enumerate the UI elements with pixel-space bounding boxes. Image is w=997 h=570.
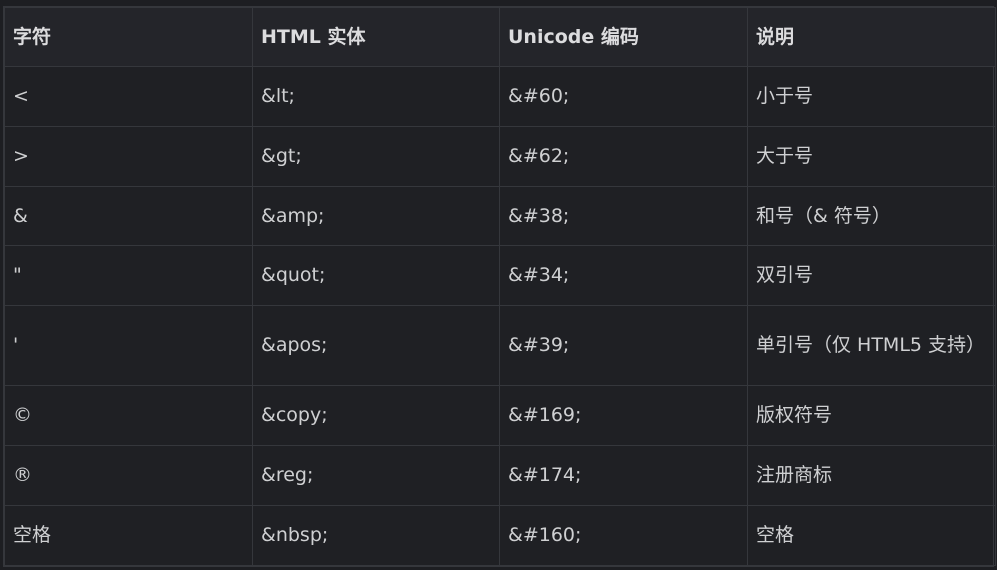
table-row: < &lt; &#60; 小于号: [4, 66, 996, 127]
cell-code: &#60;: [499, 66, 748, 127]
html-entity-table: 字符 HTML 实体 Unicode 编码 说明 < &lt; &#60; 小于…: [4, 7, 996, 566]
cell-desc: 版权符号: [747, 385, 996, 447]
cell-entity: &amp;: [252, 185, 500, 247]
cell-code: &#38;: [499, 185, 748, 247]
header-unicode: Unicode 编码: [499, 7, 748, 67]
header-description: 说明: [747, 7, 996, 67]
cell-char: ": [4, 245, 253, 307]
cell-entity: &nbsp;: [252, 505, 500, 566]
cell-code: &#62;: [499, 125, 748, 187]
table-row: ® &reg; &#174; 注册商标: [4, 445, 996, 507]
table-row: ' &apos; &#39; 单引号（仅 HTML5 支持）: [4, 305, 996, 387]
cell-entity: &reg;: [252, 445, 500, 507]
cell-code: &#174;: [499, 445, 748, 507]
cell-entity: &lt;: [252, 66, 500, 127]
cell-desc: 单引号（仅 HTML5 支持）: [747, 305, 996, 387]
cell-code: &#160;: [499, 505, 748, 566]
cell-entity: &copy;: [252, 385, 500, 447]
cell-char: >: [4, 125, 253, 187]
cell-desc: 注册商标: [747, 445, 996, 507]
cell-entity: &apos;: [252, 305, 500, 387]
cell-char: &: [4, 185, 253, 247]
table-row: 空格 &nbsp; &#160; 空格: [4, 505, 996, 566]
table-row: & &amp; &#38; 和号（& 符号）: [4, 185, 996, 247]
cell-char: <: [4, 66, 253, 127]
cell-desc: 双引号: [747, 245, 996, 307]
table-row: © &copy; &#169; 版权符号: [4, 385, 996, 447]
table-header-row: 字符 HTML 实体 Unicode 编码 说明: [4, 7, 996, 67]
cell-char: ®: [4, 445, 253, 507]
cell-code: &#34;: [499, 245, 748, 307]
cell-desc: 空格: [747, 505, 996, 566]
cell-entity: &gt;: [252, 125, 500, 187]
cell-entity: &quot;: [252, 245, 500, 307]
cell-char: ©: [4, 385, 253, 447]
table-row: > &gt; &#62; 大于号: [4, 125, 996, 187]
header-char: 字符: [4, 7, 253, 67]
table-row: " &quot; &#34; 双引号: [4, 245, 996, 307]
cell-char: 空格: [4, 505, 253, 566]
cell-desc: 小于号: [747, 66, 996, 127]
header-entity: HTML 实体: [252, 7, 500, 67]
cell-desc: 和号（& 符号）: [747, 185, 996, 247]
cell-char: ': [4, 305, 253, 387]
cell-code: &#169;: [499, 385, 748, 447]
cell-desc: 大于号: [747, 125, 996, 187]
cell-code: &#39;: [499, 305, 748, 387]
entity-table-container: 字符 HTML 实体 Unicode 编码 说明 < &lt; &#60; 小于…: [3, 6, 996, 567]
